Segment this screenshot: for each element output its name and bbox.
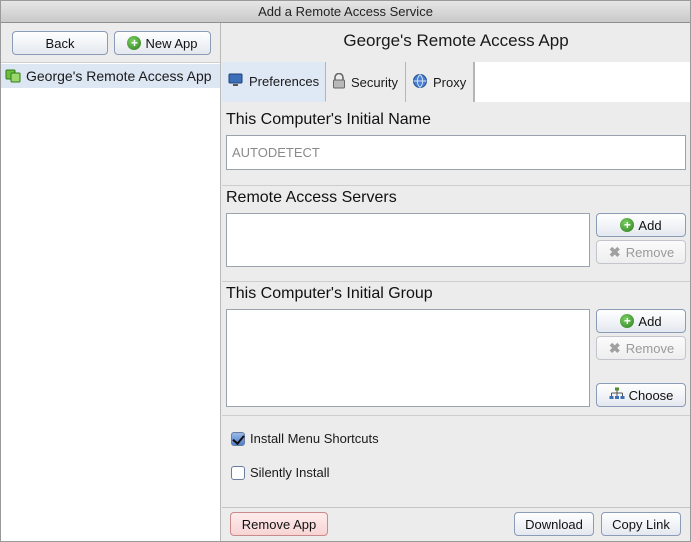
remove-icon: ✖ <box>608 244 621 260</box>
group-remove-button[interactable]: ✖ Remove <box>596 336 686 360</box>
remove-icon: ✖ <box>608 340 621 356</box>
new-app-button-label: New App <box>145 35 198 51</box>
servers-remove-label: Remove <box>625 244 675 260</box>
group-add-button[interactable]: + Add <box>596 309 686 333</box>
sidebar-toolbar: Back + New App <box>1 23 220 63</box>
lock-icon <box>332 72 346 92</box>
download-label: Download <box>525 516 583 532</box>
tab-bar: Preferences Security Proxy <box>222 62 690 102</box>
copy-link-button[interactable]: Copy Link <box>601 512 681 536</box>
footer-bar: Remove App Download Copy Link <box>222 507 690 541</box>
tab-proxy-label: Proxy <box>433 74 467 90</box>
initial-name-title: This Computer's Initial Name <box>226 111 431 128</box>
app-list-item[interactable]: George's Remote Access App <box>1 64 220 88</box>
group-choose-button[interactable]: Choose <box>596 383 686 407</box>
app-list: George's Remote Access App <box>1 64 220 88</box>
divider <box>222 185 690 186</box>
servers-title: Remote Access Servers <box>226 189 397 206</box>
silent-install-label: Silently Install <box>250 465 330 480</box>
servers-list[interactable] <box>226 213 590 267</box>
hierarchy-icon <box>609 387 625 404</box>
app-title: George's Remote Access App <box>343 31 569 50</box>
servers-add-label: Add <box>638 217 662 233</box>
tab-preferences-label: Preferences <box>249 74 320 89</box>
tab-bar-filler <box>474 62 690 102</box>
window-title: Add a Remote Access Service <box>1 1 690 23</box>
group-add-label: Add <box>638 313 662 329</box>
app-editor: George's Remote Access App Preferences S… <box>222 23 690 541</box>
app-sidebar: Back + New App George's Remote Access Ap… <box>1 23 221 541</box>
tab-security[interactable]: Security <box>326 62 406 102</box>
tab-proxy[interactable]: Proxy <box>406 62 474 102</box>
app-list-item-label: George's Remote Access App <box>26 68 212 84</box>
add-icon: + <box>127 36 142 50</box>
initial-name-input[interactable]: AUTODETECT <box>226 135 686 170</box>
back-button-label: Back <box>45 35 75 51</box>
group-choose-label: Choose <box>628 387 674 403</box>
menu-shortcuts-label: Install Menu Shortcuts <box>250 431 379 446</box>
back-button[interactable]: Back <box>12 31 108 55</box>
divider <box>222 281 690 282</box>
silent-install-checkbox[interactable] <box>231 465 245 480</box>
group-list[interactable] <box>226 309 590 407</box>
remove-app-button[interactable]: Remove App <box>230 512 328 536</box>
globe-icon <box>412 73 428 92</box>
monitor-icon <box>228 72 244 91</box>
tab-security-label: Security <box>351 74 398 90</box>
servers-remove-button[interactable]: ✖ Remove <box>596 240 686 264</box>
menu-shortcuts-option[interactable]: Install Menu Shortcuts <box>231 431 379 446</box>
app-icon <box>5 67 21 86</box>
add-icon: + <box>620 218 635 232</box>
new-app-button[interactable]: + New App <box>114 31 211 55</box>
divider <box>222 415 690 416</box>
menu-shortcuts-checkbox[interactable] <box>231 431 245 446</box>
window: Add a Remote Access Service Back + New A… <box>0 0 691 542</box>
download-button[interactable]: Download <box>514 512 594 536</box>
group-remove-label: Remove <box>625 340 675 356</box>
copy-link-label: Copy Link <box>612 516 670 532</box>
servers-add-button[interactable]: + Add <box>596 213 686 237</box>
group-title: This Computer's Initial Group <box>226 285 433 302</box>
silent-install-option[interactable]: Silently Install <box>231 465 329 480</box>
remove-app-label: Remove App <box>241 516 317 532</box>
tab-preferences[interactable]: Preferences <box>222 62 326 102</box>
add-icon: + <box>620 314 635 328</box>
